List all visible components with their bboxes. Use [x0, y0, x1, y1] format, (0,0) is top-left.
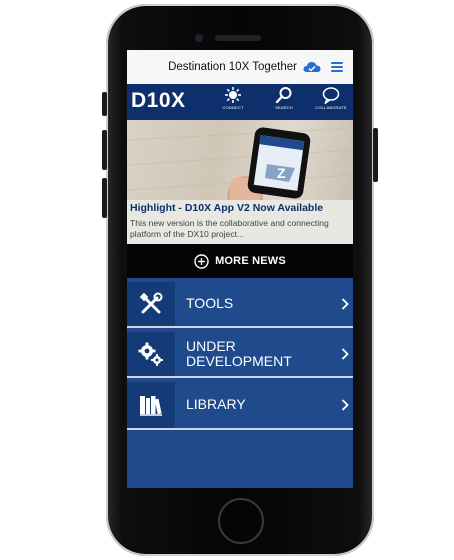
books-icon — [140, 396, 162, 416]
svg-text:Z: Z — [277, 165, 286, 181]
menu-item-tools-label: TOOLS — [186, 295, 234, 311]
app-screen: Destination 10X Together D10X CONNECT SE… — [127, 50, 353, 488]
tools-icon — [139, 292, 163, 314]
volume-up-button — [102, 130, 107, 170]
hamburger-menu-icon[interactable] — [331, 62, 343, 72]
menu-item-library-label: LIBRARY — [186, 396, 246, 412]
more-news-button[interactable]: MORE NEWS — [127, 244, 353, 278]
app-logo: D10X — [131, 89, 186, 112]
front-camera — [195, 34, 203, 42]
app-navbar: D10X CONNECT SEARCH COLLABORATE — [127, 84, 353, 120]
nav-search-label: SEARCH — [275, 105, 293, 110]
nav-collaborate[interactable]: COLLABORATE — [311, 86, 351, 120]
nav-collaborate-label: COLLABORATE — [315, 105, 347, 110]
home-button[interactable] — [218, 498, 264, 544]
app-header: Destination 10X Together — [127, 50, 353, 84]
nav-connect[interactable]: CONNECT — [213, 86, 253, 120]
power-button — [373, 128, 378, 182]
gears-icon — [138, 342, 163, 366]
chevron-right-icon — [341, 298, 349, 310]
nav-search[interactable]: SEARCH — [264, 86, 304, 120]
news-image: Z — [127, 120, 353, 200]
volume-down-button — [102, 178, 107, 218]
chevron-right-icon — [341, 399, 349, 411]
header-title: Destination 10X Together — [168, 61, 297, 73]
nav-connect-label: CONNECT — [222, 105, 244, 110]
menu-item-under-development-label: UNDER DEVELOPMENT — [186, 338, 292, 369]
news-title: Highlight - D10X App V2 Now Available — [130, 202, 324, 214]
menu-item-under-development[interactable]: UNDER DEVELOPMENT — [127, 332, 353, 378]
menu-item-library[interactable]: LIBRARY — [127, 382, 353, 430]
news-card[interactable]: Z Highlight - D10X App V2 Now Available … — [127, 120, 353, 244]
earpiece-speaker — [215, 35, 261, 41]
empty-content-area — [127, 432, 353, 488]
plus-circle-icon — [194, 253, 209, 269]
connect-icon — [225, 87, 241, 103]
more-news-label: MORE NEWS — [215, 255, 286, 267]
chat-bubble-icon — [322, 87, 340, 104]
cloud-icon[interactable] — [303, 60, 321, 74]
mute-switch — [102, 92, 107, 116]
menu-item-tools[interactable]: TOOLS — [127, 282, 353, 328]
news-body: This new version is the collaborative an… — [130, 218, 329, 239]
chevron-right-icon — [341, 348, 349, 360]
search-icon — [275, 87, 292, 104]
